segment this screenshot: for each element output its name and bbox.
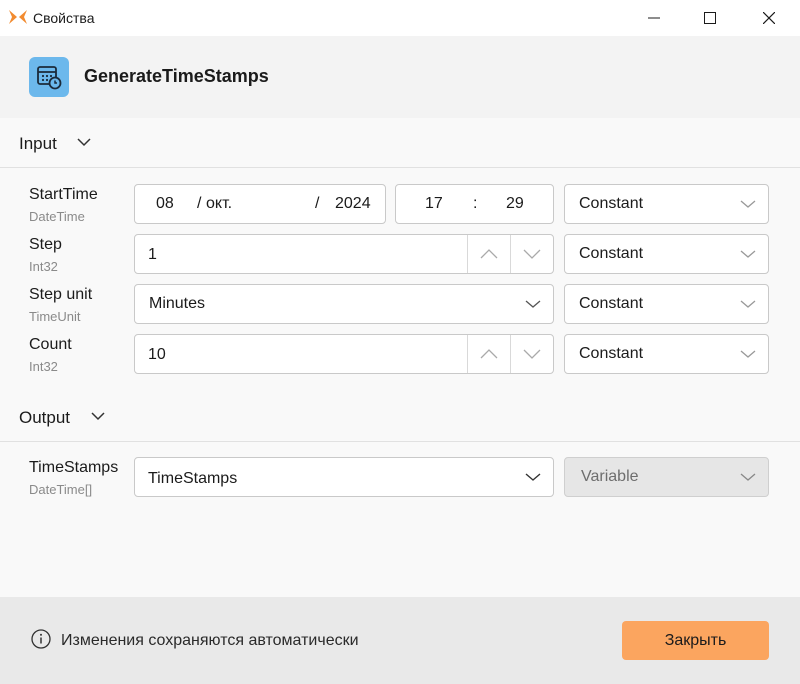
- activity-name: GenerateTimeStamps: [84, 66, 269, 86]
- time-picker[interactable]: 17 : 29: [395, 184, 554, 224]
- date-separator: /: [315, 195, 320, 212]
- chevron-down-icon: [77, 138, 91, 147]
- chevron-down-icon: [740, 300, 756, 308]
- time-separator: :: [473, 195, 478, 212]
- autosave-note: Изменения сохраняются автоматически: [61, 632, 359, 649]
- step-decrement-button[interactable]: [510, 235, 553, 273]
- time-hour[interactable]: 17: [425, 195, 443, 213]
- output-section-toggle[interactable]: Output: [0, 392, 800, 442]
- chevron-up-icon: [480, 349, 498, 359]
- chevron-down-icon: [740, 250, 756, 258]
- count-increment-button[interactable]: [467, 335, 510, 373]
- chevron-down-icon: [523, 249, 541, 259]
- date-year[interactable]: 2024: [335, 195, 371, 213]
- chevron-down-icon: [523, 349, 541, 359]
- mode-value: Constant: [579, 345, 644, 362]
- date-day[interactable]: 08: [156, 195, 174, 213]
- timestamps-type: DateTime[]: [29, 482, 93, 497]
- window-title: Свойства: [33, 10, 95, 26]
- chevron-down-icon: [525, 473, 541, 481]
- count-label: Count: [29, 336, 72, 353]
- minimize-button[interactable]: [631, 0, 677, 36]
- timestamps-variable-dropdown[interactable]: TimeStamps: [134, 457, 554, 497]
- maximize-icon: [704, 12, 716, 24]
- timestamps-mode-dropdown: Variable: [564, 457, 769, 497]
- chevron-down-icon: [740, 200, 756, 208]
- chevron-down-icon: [91, 412, 105, 421]
- close-window-button[interactable]: [746, 0, 792, 36]
- starttime-mode-dropdown[interactable]: Constant: [564, 184, 769, 224]
- step-unit-mode-dropdown[interactable]: Constant: [564, 284, 769, 324]
- starttime-label: StartTime: [29, 186, 98, 203]
- count-decrement-button[interactable]: [510, 335, 553, 373]
- step-type: Int32: [29, 259, 58, 274]
- close-button[interactable]: Закрыть: [622, 621, 769, 660]
- footer: Изменения сохраняются автоматически Закр…: [0, 597, 800, 684]
- app-logo-icon: [9, 10, 27, 24]
- step-stepper[interactable]: 1: [134, 234, 554, 274]
- count-stepper[interactable]: 10: [134, 334, 554, 374]
- step-label: Step: [29, 236, 62, 253]
- timestamps-value: TimeStamps: [148, 470, 238, 487]
- count-value[interactable]: 10: [148, 346, 166, 364]
- chevron-down-icon: [740, 473, 756, 481]
- step-mode-dropdown[interactable]: Constant: [564, 234, 769, 274]
- calendar-clock-icon: [29, 57, 69, 97]
- info-icon: [31, 629, 51, 649]
- chevron-up-icon: [480, 249, 498, 259]
- mode-value: Variable: [581, 468, 639, 485]
- date-picker[interactable]: 08 / окт. / 2024: [134, 184, 386, 224]
- time-minute[interactable]: 29: [506, 195, 524, 213]
- step-unit-value: Minutes: [149, 295, 206, 312]
- close-icon: [763, 12, 775, 24]
- starttime-type: DateTime: [29, 209, 85, 224]
- step-unit-type: TimeUnit: [29, 309, 81, 324]
- step-value[interactable]: 1: [148, 246, 157, 264]
- mode-value: Constant: [579, 295, 644, 312]
- mode-value: Constant: [579, 195, 644, 212]
- title-bar: Свойства: [0, 0, 800, 36]
- activity-header: GenerateTimeStamps: [0, 36, 800, 118]
- minimize-icon: [648, 17, 660, 19]
- date-month[interactable]: окт.: [206, 195, 232, 213]
- mode-value: Constant: [579, 245, 644, 262]
- step-unit-label: Step unit: [29, 286, 93, 303]
- chevron-down-icon: [740, 350, 756, 358]
- maximize-button[interactable]: [687, 0, 733, 36]
- step-unit-dropdown[interactable]: Minutes: [134, 284, 554, 324]
- input-section-toggle[interactable]: Input: [0, 118, 800, 168]
- step-increment-button[interactable]: [467, 235, 510, 273]
- count-mode-dropdown[interactable]: Constant: [564, 334, 769, 374]
- date-separator: /: [197, 195, 202, 212]
- output-section-label: Output: [19, 408, 71, 427]
- count-type: Int32: [29, 359, 58, 374]
- chevron-down-icon: [525, 300, 541, 308]
- input-section-label: Input: [19, 134, 57, 153]
- timestamps-label: TimeStamps: [29, 459, 119, 476]
